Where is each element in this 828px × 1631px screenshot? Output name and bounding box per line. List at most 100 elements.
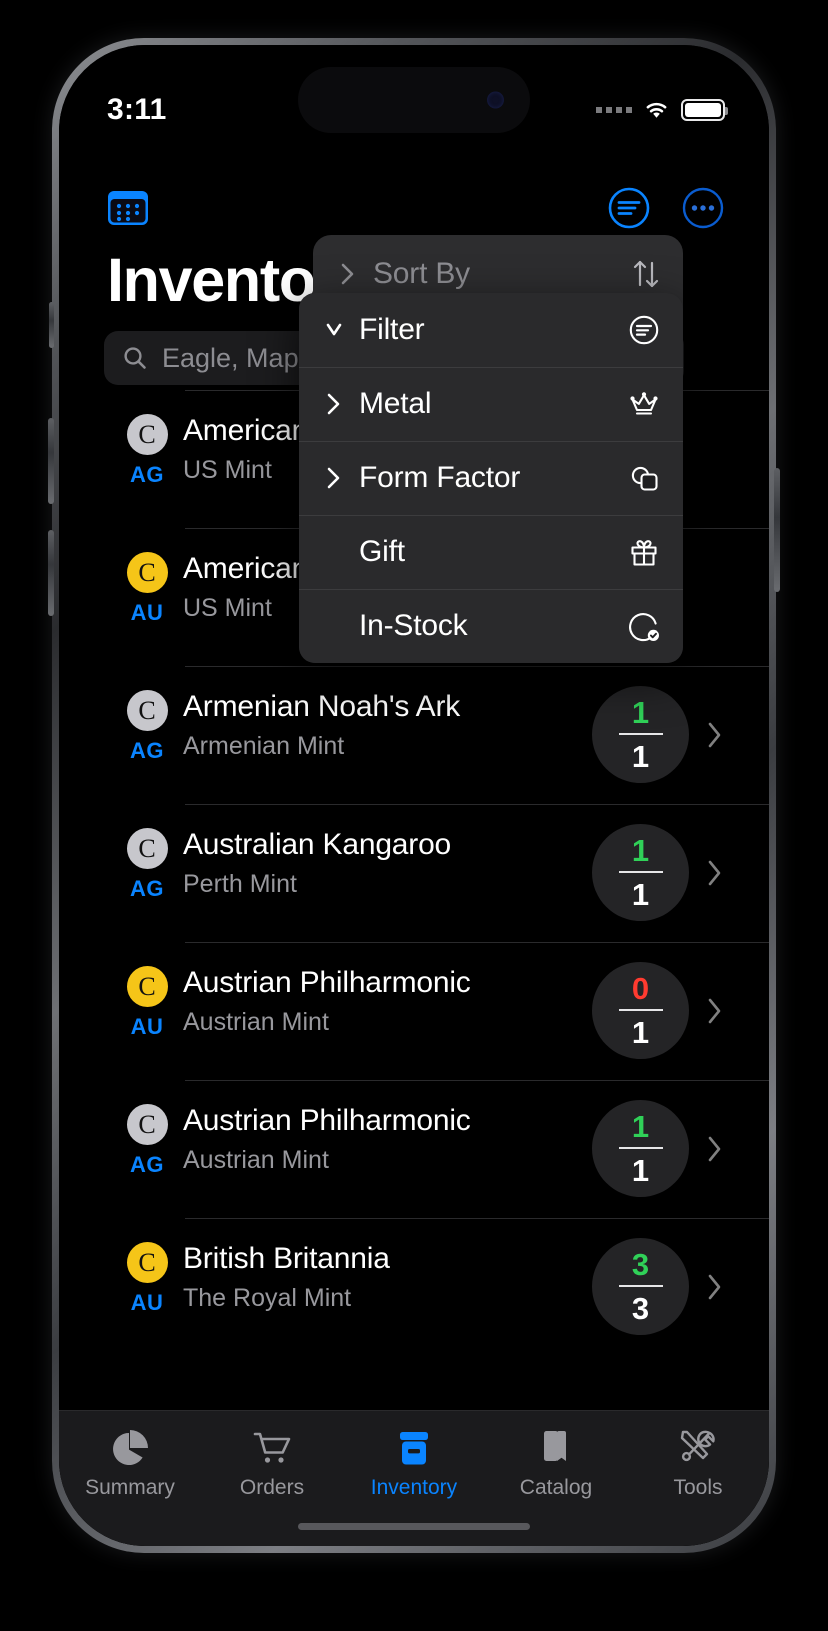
sort-by-label: Sort By bbox=[373, 257, 470, 290]
quantity-target: 3 bbox=[631, 1291, 650, 1326]
inventory-row[interactable]: C AG Australian Kangaroo Perth Mint 1 1 bbox=[59, 804, 769, 942]
metal-symbol: AU bbox=[130, 1014, 164, 1039]
quantity-target: 1 bbox=[631, 877, 650, 912]
metal-symbol: AG bbox=[130, 738, 164, 763]
metal-indicator: C AU bbox=[111, 1236, 183, 1316]
metal-indicator: C AG bbox=[111, 822, 183, 902]
menu-item-in-stock[interactable]: In-Stock bbox=[299, 589, 683, 663]
inventory-row[interactable]: C AG Armenian Noah's Ark Armenian Mint 1 1 bbox=[59, 666, 769, 804]
battery-full-icon bbox=[681, 99, 728, 121]
wifi-icon bbox=[646, 102, 667, 118]
coin-mint: Armenian Mint bbox=[183, 732, 345, 760]
quantity-badge[interactable]: 11 bbox=[592, 1098, 723, 1197]
menu-item-form-factor[interactable]: Form Factor bbox=[299, 441, 683, 515]
nav-actions bbox=[607, 186, 725, 230]
coin-type-icon: C bbox=[126, 1104, 168, 1145]
tab-catalog[interactable]: Catalog bbox=[485, 1427, 627, 1500]
gift-icon bbox=[631, 540, 657, 566]
quantity-target: 1 bbox=[631, 1153, 650, 1188]
inventory-row[interactable]: C AU British Britannia The Royal Mint 3 3 bbox=[59, 1218, 769, 1356]
quantity-circle: 11 bbox=[592, 1100, 689, 1197]
tab-orders[interactable]: Orders bbox=[201, 1427, 343, 1500]
quantity-on-hand: 0 bbox=[631, 971, 650, 1006]
app-screen: 3:11 Inventory Eagle, Mapl C AG American… bbox=[59, 45, 769, 1546]
tab-inventory[interactable]: Inventory bbox=[343, 1427, 485, 1500]
menu-item-label: Form Factor bbox=[359, 461, 521, 494]
tab-summary[interactable]: Summary bbox=[59, 1427, 201, 1500]
quantity-badge[interactable]: 11 bbox=[592, 684, 723, 783]
chevron-right-icon bbox=[323, 391, 345, 417]
power-button[interactable] bbox=[774, 468, 780, 592]
filter-menu-panel[interactable]: Filter Metal Form Factor Gift In-Stock bbox=[299, 293, 683, 663]
volume-down-button[interactable] bbox=[48, 530, 54, 616]
archivebox-icon bbox=[400, 1432, 428, 1465]
quantity-on-hand: 3 bbox=[631, 1247, 650, 1282]
ellipsis-circle-icon[interactable] bbox=[681, 186, 725, 230]
shapes-icon bbox=[631, 466, 658, 491]
arrow-up-arrow-down-icon bbox=[633, 260, 659, 288]
metal-indicator: C AG bbox=[111, 684, 183, 764]
quantity-circle: 11 bbox=[592, 686, 689, 783]
status-time: 3:11 bbox=[107, 93, 167, 126]
quantity-on-hand: 1 bbox=[631, 695, 650, 730]
menu-item-gift[interactable]: Gift bbox=[299, 515, 683, 589]
metal-symbol: AG bbox=[130, 1152, 164, 1177]
metal-indicator: C AU bbox=[111, 960, 183, 1040]
tab-tools[interactable]: Tools bbox=[627, 1427, 769, 1500]
tab-label: Summary bbox=[85, 1476, 175, 1499]
coin-type-icon: C bbox=[126, 414, 168, 455]
calendar-icon[interactable] bbox=[106, 188, 150, 228]
tools-icon bbox=[680, 1430, 715, 1462]
coin-name: British Britannia bbox=[183, 1242, 390, 1275]
inventory-row[interactable]: C AU Austrian Philharmonic Austrian Mint 0 1 bbox=[59, 942, 769, 1080]
metal-symbol: AG bbox=[130, 462, 164, 487]
menu-item-label: Gift bbox=[359, 535, 405, 568]
phone-screen-bezel: 3:11 Inventory Eagle, Mapl C AG American… bbox=[59, 45, 769, 1546]
nav-bar bbox=[59, 175, 769, 241]
menu-item-metal[interactable]: Metal bbox=[299, 367, 683, 441]
quantity-on-hand: 1 bbox=[631, 1109, 650, 1144]
quantity-badge[interactable]: 11 bbox=[592, 822, 723, 921]
tab-label: Tools bbox=[673, 1476, 723, 1499]
chevron-down-icon bbox=[323, 317, 345, 343]
tab-label: Orders bbox=[239, 1476, 305, 1499]
inventory-row[interactable]: C AG Austrian Philharmonic Austrian Mint 1 1 bbox=[59, 1080, 769, 1218]
coin-type-icon: C bbox=[126, 552, 168, 593]
coin-mint: Austrian Mint bbox=[183, 1146, 329, 1174]
volume-up-button[interactable] bbox=[48, 418, 54, 504]
coin-name: Austrian Philharmonic bbox=[183, 966, 471, 999]
menu-item-label: In-Stock bbox=[359, 609, 468, 642]
coin-type-icon: C bbox=[126, 690, 168, 731]
inventory-row-text: Australian Kangaroo Perth Mint bbox=[183, 822, 592, 899]
chart-pie-icon bbox=[113, 1430, 148, 1465]
metal-symbol: AU bbox=[130, 600, 164, 625]
inventory-row-text: Armenian Noah's Ark Armenian Mint bbox=[183, 684, 592, 761]
chevron-right-icon bbox=[337, 261, 359, 287]
quantity-target: 1 bbox=[631, 1015, 650, 1050]
filter-circle-icon[interactable] bbox=[607, 186, 651, 230]
search-icon bbox=[124, 347, 146, 369]
tab-label: Catalog bbox=[519, 1476, 593, 1499]
metal-indicator: C AG bbox=[111, 1098, 183, 1178]
silent-switch[interactable] bbox=[49, 302, 54, 348]
chevron-right-icon bbox=[323, 465, 345, 491]
dynamic-island bbox=[298, 67, 530, 133]
filter-circle-icon bbox=[629, 315, 659, 345]
metal-symbol: AU bbox=[130, 1290, 164, 1315]
book-icon bbox=[544, 1431, 566, 1461]
menu-item-label: Filter bbox=[359, 313, 425, 346]
inventory-row-text: Austrian Philharmonic Austrian Mint bbox=[183, 1098, 592, 1175]
chevron-right-icon bbox=[708, 998, 721, 1023]
metal-indicator: C AG bbox=[111, 408, 183, 488]
coin-type-icon: C bbox=[126, 966, 168, 1007]
front-camera-icon bbox=[487, 91, 504, 109]
menu-item-filter[interactable]: Filter bbox=[299, 293, 683, 367]
metal-symbol: AG bbox=[130, 876, 164, 901]
phone-frame: 3:11 Inventory Eagle, Mapl C AG American… bbox=[48, 38, 780, 1553]
quantity-badge[interactable]: 01 bbox=[592, 960, 723, 1059]
quantity-badge[interactable]: 33 bbox=[592, 1236, 723, 1335]
search-placeholder: Eagle, Mapl bbox=[162, 342, 305, 373]
coin-name: Australian Kangaroo bbox=[183, 828, 452, 861]
coin-mint: Austrian Mint bbox=[183, 1008, 329, 1036]
quantity-circle: 01 bbox=[592, 962, 689, 1059]
